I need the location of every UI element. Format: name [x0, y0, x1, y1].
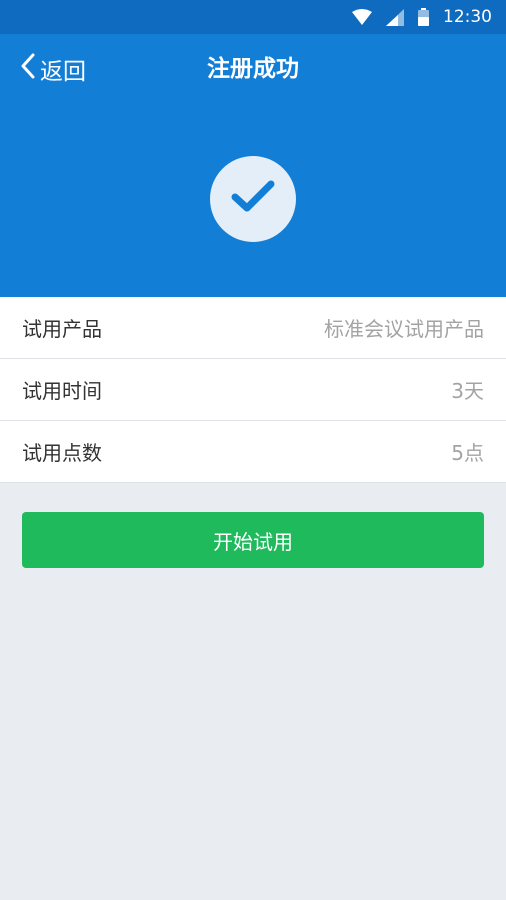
- info-list: 试用产品 标准会议试用产品 试用时间 3天 试用点数 5点: [0, 297, 506, 483]
- start-trial-button[interactable]: 开始试用: [22, 512, 484, 568]
- info-row-product: 试用产品 标准会议试用产品: [0, 297, 506, 359]
- info-row-duration: 试用时间 3天: [0, 359, 506, 421]
- info-label: 试用时间: [22, 379, 102, 403]
- page-title: 注册成功: [207, 56, 299, 82]
- info-label: 试用点数: [22, 441, 102, 465]
- status-time: 12:30: [443, 7, 492, 27]
- info-value: 5点: [451, 441, 484, 465]
- info-value: 标准会议试用产品: [324, 317, 484, 341]
- status-bar: 12:30: [0, 0, 506, 34]
- checkmark-icon: [231, 180, 275, 218]
- wifi-icon: [352, 9, 372, 25]
- battery-icon: [418, 8, 429, 26]
- info-value: 3天: [451, 379, 484, 403]
- cell-signal-icon: [386, 8, 404, 26]
- success-badge: [210, 156, 296, 242]
- info-row-points: 试用点数 5点: [0, 421, 506, 483]
- info-label: 试用产品: [22, 317, 102, 341]
- header: 返回 注册成功: [0, 34, 506, 297]
